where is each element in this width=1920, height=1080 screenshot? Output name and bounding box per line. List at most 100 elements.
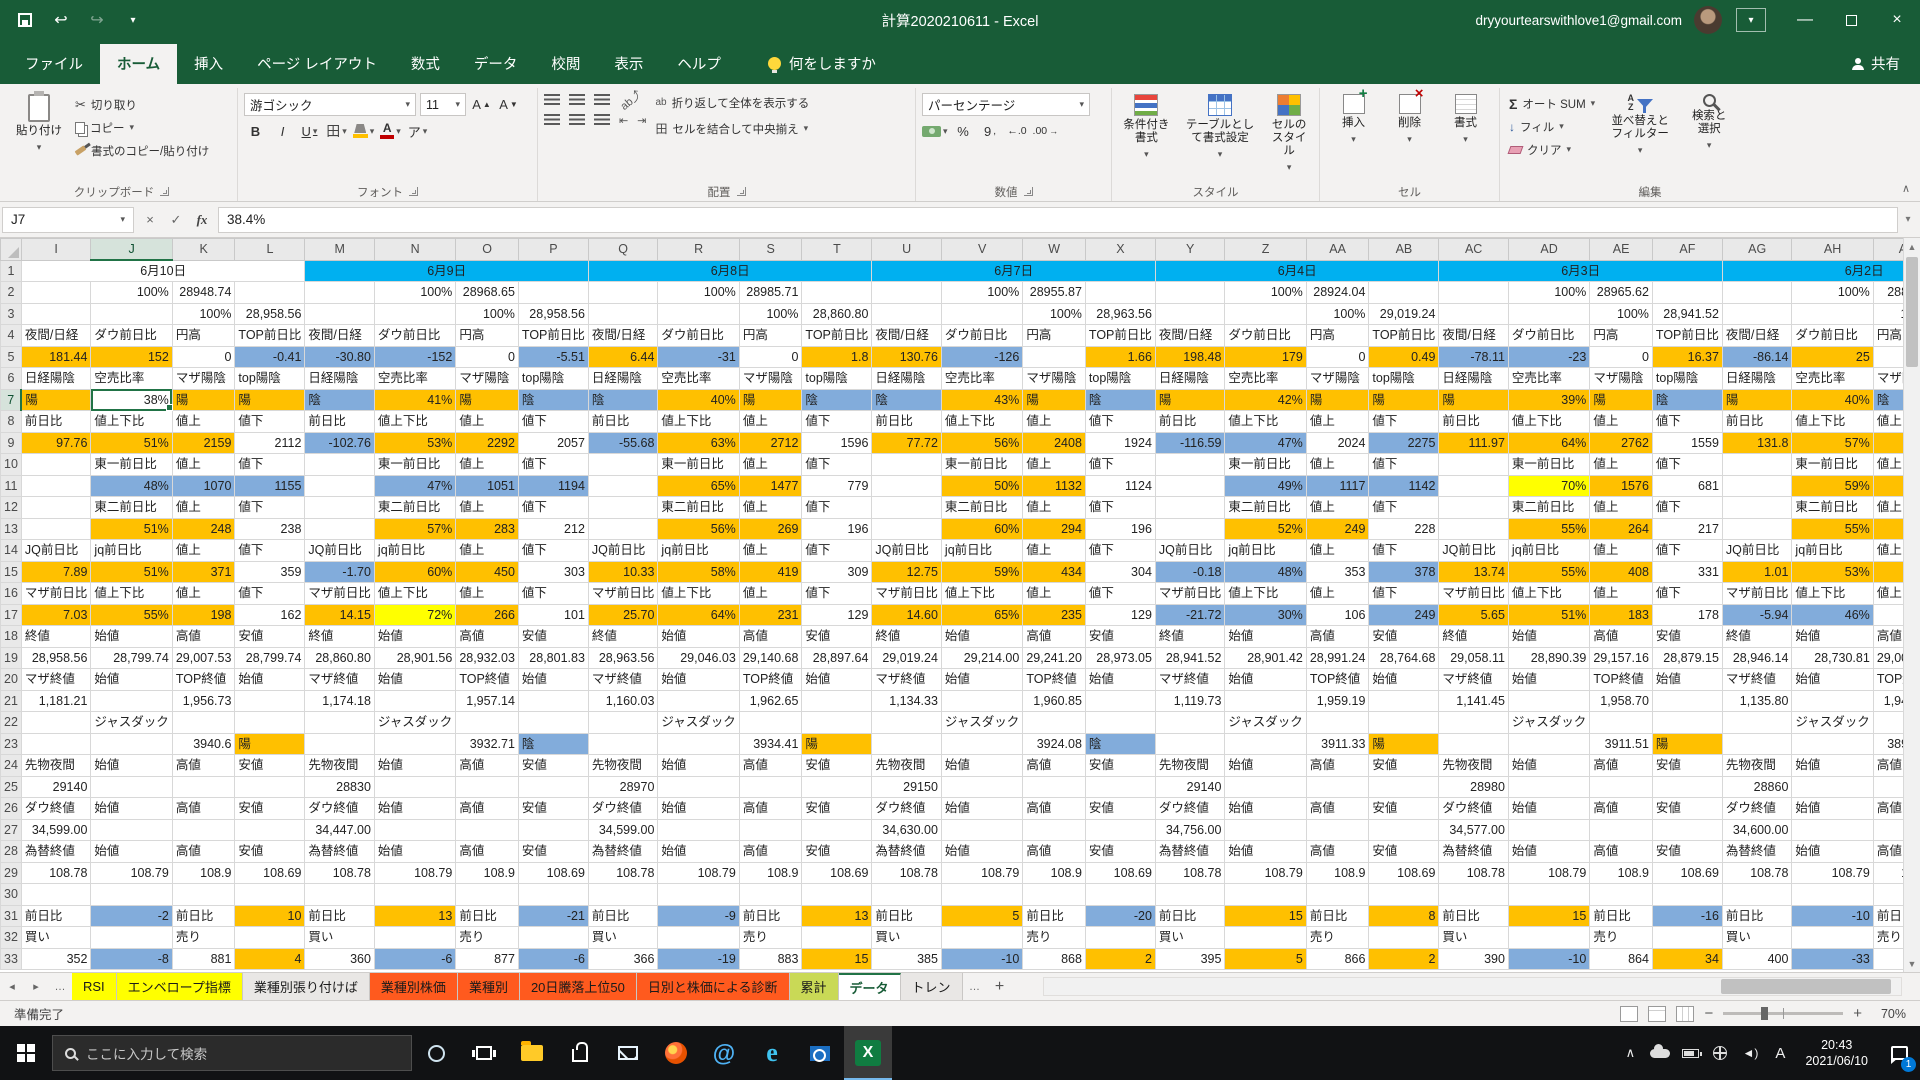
cell[interactable]: 29140 <box>21 776 91 798</box>
cell[interactable]: 陽 <box>1306 389 1369 411</box>
cell[interactable]: 178 <box>1652 604 1722 626</box>
cell[interactable]: マザ陽陰 <box>172 368 235 390</box>
cell[interactable]: 5 <box>1225 948 1306 970</box>
cell[interactable]: 夜間/日経 <box>588 325 658 347</box>
firefox-button[interactable] <box>652 1026 700 1080</box>
cell[interactable]: -21 <box>518 905 588 927</box>
cell[interactable]: 34,599.00 <box>588 819 658 841</box>
cell[interactable]: 28,941.52 <box>1652 303 1722 325</box>
cell[interactable] <box>1155 712 1225 734</box>
formula-input[interactable]: 38.4% <box>219 207 1898 233</box>
cell[interactable]: TOP終値 <box>1306 669 1369 691</box>
cell[interactable]: 安値 <box>518 755 588 777</box>
cell[interactable] <box>1652 927 1722 949</box>
cell[interactable]: 高値 <box>1306 626 1369 648</box>
cell[interactable]: 買い <box>305 927 375 949</box>
cell[interactable]: 304 <box>1085 561 1155 583</box>
cell[interactable]: 108.79 <box>941 862 1022 884</box>
cell[interactable]: TOP前日比 <box>1369 325 1439 347</box>
cell[interactable]: 7.03 <box>21 604 91 626</box>
cell[interactable]: 先物夜間 <box>1722 755 1792 777</box>
cell[interactable]: 41% <box>374 389 455 411</box>
cell[interactable]: jq前日比 <box>91 540 172 562</box>
cell[interactable] <box>1439 303 1509 325</box>
cell[interactable]: -55.68 <box>588 432 658 454</box>
cell[interactable] <box>872 712 942 734</box>
cell[interactable]: 196 <box>802 518 872 540</box>
cell[interactable] <box>941 733 1022 755</box>
row-header-20[interactable]: 20 <box>1 669 22 691</box>
row-header-19[interactable]: 19 <box>1 647 22 669</box>
cell[interactable]: 29,019.24 <box>1369 303 1439 325</box>
zoom-slider-thumb[interactable] <box>1761 1007 1768 1020</box>
cell[interactable]: 値下 <box>1369 497 1439 519</box>
cell[interactable]: 13 <box>374 905 455 927</box>
cell[interactable]: -30.80 <box>305 346 375 368</box>
cell[interactable]: 64% <box>658 604 739 626</box>
cortana-button[interactable] <box>412 1026 460 1080</box>
cell[interactable]: 34,577.00 <box>1439 819 1509 841</box>
cell[interactable]: TOP前日比 <box>235 325 305 347</box>
cell[interactable]: 248 <box>172 518 235 540</box>
cell[interactable]: ジャスダック <box>1225 712 1306 734</box>
new-sheet-button[interactable]: + <box>987 973 1013 1000</box>
cell[interactable]: 1,960.85 <box>1023 690 1086 712</box>
cell[interactable]: 値上 <box>1590 411 1653 433</box>
cell[interactable]: 877 <box>456 948 519 970</box>
cell[interactable]: 7.89 <box>21 561 91 583</box>
cell[interactable] <box>305 712 375 734</box>
cell[interactable] <box>1439 454 1509 476</box>
cell[interactable] <box>1652 884 1722 906</box>
cell[interactable]: 終値 <box>305 626 375 648</box>
cell[interactable]: 値下 <box>1369 454 1439 476</box>
cell[interactable] <box>1873 712 1903 734</box>
cell[interactable]: ダウ終値 <box>1722 798 1792 820</box>
cell[interactable]: 高値 <box>739 841 802 863</box>
column-header-AF[interactable]: AF <box>1652 239 1722 261</box>
cell[interactable]: 東一前日比 <box>1225 454 1306 476</box>
cell[interactable]: 値下 <box>518 583 588 605</box>
cell[interactable] <box>588 475 658 497</box>
normal-view-button[interactable] <box>1620 1006 1638 1022</box>
cell[interactable]: 4 <box>235 948 305 970</box>
cell[interactable]: 値上 <box>1590 540 1653 562</box>
cell[interactable]: 212 <box>518 518 588 540</box>
cell[interactable]: 東二前日比 <box>91 497 172 519</box>
cell[interactable]: 262 <box>1873 518 1903 540</box>
cell[interactable]: 283 <box>456 518 519 540</box>
cell[interactable]: 152 <box>91 346 172 368</box>
cell[interactable]: -10 <box>1508 948 1589 970</box>
cell[interactable]: 値下 <box>1652 540 1722 562</box>
format-painter-button[interactable]: 書式のコピー/貼り付け <box>72 140 212 161</box>
cell[interactable] <box>1023 346 1086 368</box>
cell[interactable] <box>21 733 91 755</box>
cell[interactable]: 108.69 <box>802 862 872 884</box>
row-header-23[interactable]: 23 <box>1 733 22 755</box>
comma-style-button[interactable]: 9, <box>979 120 1002 142</box>
merge-center-button[interactable]: 田セルを結合して中央揃え▾ <box>652 118 812 139</box>
cell[interactable]: 先物夜間 <box>1155 755 1225 777</box>
cell[interactable] <box>872 454 942 476</box>
cell[interactable]: 1,962.65 <box>739 690 802 712</box>
row-header-2[interactable]: 2 <box>1 282 22 304</box>
cell[interactable]: 1,957.14 <box>456 690 519 712</box>
column-header-W[interactable]: W <box>1023 239 1086 261</box>
cell[interactable]: ダウ前日比 <box>941 325 1022 347</box>
cell[interactable]: 28,860.80 <box>305 647 375 669</box>
cell[interactable]: 408 <box>1590 561 1653 583</box>
cell[interactable]: 値上 <box>172 540 235 562</box>
cell[interactable] <box>1652 776 1722 798</box>
cell[interactable]: 陽 <box>21 389 91 411</box>
cell[interactable] <box>872 497 942 519</box>
cell[interactable]: 始値 <box>1225 669 1306 691</box>
cell[interactable]: 60% <box>374 561 455 583</box>
cell[interactable] <box>1722 282 1792 304</box>
cell[interactable]: 331 <box>1652 561 1722 583</box>
cell[interactable]: 53% <box>374 432 455 454</box>
cell[interactable]: 43% <box>941 389 1022 411</box>
cell[interactable]: 値上下比 <box>1225 411 1306 433</box>
cell[interactable]: 安値 <box>235 755 305 777</box>
cell[interactable]: 高値 <box>1873 798 1903 820</box>
cell[interactable]: ダウ前日比 <box>91 325 172 347</box>
cell[interactable]: 70% <box>1508 475 1589 497</box>
